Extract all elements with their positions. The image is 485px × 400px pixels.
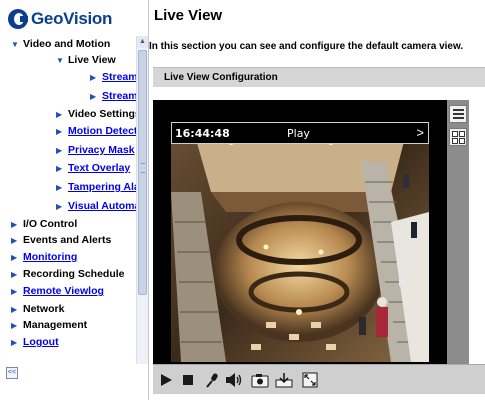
nav-item-video-and-motion[interactable]: ▼ Video and Motion xyxy=(11,36,110,52)
nav-item-network[interactable]: ▶ Network xyxy=(11,301,64,317)
section-header: Live View Configuration xyxy=(153,67,485,87)
intro-text: In this section you can see and configur… xyxy=(149,41,464,52)
collapsed-arrow-icon: ▶ xyxy=(11,337,18,347)
collapsed-arrow-icon: ▶ xyxy=(11,269,18,279)
snapshot-button[interactable] xyxy=(251,371,269,389)
camera-live-image[interactable] xyxy=(171,122,429,362)
expanded-arrow-icon: ▼ xyxy=(56,55,64,65)
nav-item-streaming-2[interactable]: ▶ Streami xyxy=(90,88,136,104)
nav-item-events-and-alerts[interactable]: ▶ Events and Alerts xyxy=(11,232,111,248)
camera-icon xyxy=(251,374,269,388)
stop-icon xyxy=(183,375,193,385)
nav-item-management[interactable]: ▶ Management xyxy=(11,317,87,333)
camera-layout-button[interactable] xyxy=(449,128,467,146)
mall-atrium-scene xyxy=(171,122,429,362)
collapsed-arrow-icon: ▶ xyxy=(11,304,18,314)
microphone-icon xyxy=(206,373,218,388)
fullscreen-button[interactable] xyxy=(301,371,319,389)
nav-item-monitoring[interactable]: ▶ Monitoring xyxy=(11,249,77,265)
nav-item-privacy-mask[interactable]: ▶ Privacy Mask xyxy=(56,142,135,158)
collapsed-arrow-icon: ▶ xyxy=(56,109,63,119)
nav-item-logout[interactable]: ▶ Logout xyxy=(11,334,59,350)
speaker-icon xyxy=(226,373,242,387)
scroll-up-icon[interactable]: ▲ xyxy=(137,36,148,48)
nav-item-tampering-alarm[interactable]: ▶ Tampering Alar xyxy=(56,179,136,195)
geovision-logo-icon xyxy=(8,9,28,29)
nav-item-streaming-1[interactable]: ▶ Streami xyxy=(90,69,136,85)
nav-item-text-overlay[interactable]: ▶ Text Overlay xyxy=(56,160,130,176)
record-button[interactable] xyxy=(275,371,293,389)
expanded-arrow-icon: ▼ xyxy=(11,39,19,49)
collapsed-arrow-icon: ▶ xyxy=(11,286,18,296)
playback-state: Play xyxy=(287,127,310,140)
collapsed-arrow-icon: ▶ xyxy=(11,235,18,245)
geovision-logo: GeoVision xyxy=(8,6,112,32)
layout-grid-icon xyxy=(452,131,465,144)
brand-name: GeoVision xyxy=(31,9,113,28)
play-icon xyxy=(161,374,172,386)
collapsed-arrow-icon: ▶ xyxy=(56,163,63,173)
page-title: Live View xyxy=(154,7,223,24)
menu-list-icon xyxy=(453,109,464,120)
content-frame: Live View In this section you can see an… xyxy=(148,0,485,400)
collapsed-arrow-icon: ▶ xyxy=(90,91,97,101)
nav-item-video-settings[interactable]: ▶ Video Settings xyxy=(56,106,136,122)
nav-item-recording-schedule[interactable]: ▶ Recording Schedule xyxy=(11,266,125,282)
collapsed-arrow-icon: ▶ xyxy=(56,145,63,155)
nav-scrollbar[interactable]: ▲ xyxy=(136,36,148,364)
play-button[interactable] xyxy=(157,371,175,389)
scrollbar-thumb[interactable] xyxy=(138,50,147,295)
next-arrow-icon[interactable]: > xyxy=(416,125,424,140)
nav-item-motion-detection[interactable]: ▶ Motion Detecti xyxy=(56,123,136,139)
nav-item-live-view[interactable]: ▼ Live View xyxy=(56,52,116,68)
microphone-button[interactable] xyxy=(203,371,221,389)
speaker-button[interactable] xyxy=(225,371,243,389)
collapsed-arrow-icon: ▶ xyxy=(90,72,97,82)
nav-item-visual-automation[interactable]: ▶ Visual Automat xyxy=(56,198,136,214)
section-title: Live View Configuration xyxy=(164,72,278,83)
side-toolbar xyxy=(447,100,469,364)
menu-button[interactable] xyxy=(449,105,467,123)
collapse-nav-button[interactable]: << xyxy=(6,367,18,379)
fullscreen-icon xyxy=(302,372,318,388)
nav-tree: ▼ Video and Motion ▼ Live View ▶ Streami… xyxy=(0,36,136,364)
collapsed-arrow-icon: ▶ xyxy=(11,219,18,229)
collapsed-arrow-icon: ▶ xyxy=(56,182,63,192)
collapsed-arrow-icon: ▶ xyxy=(56,201,63,211)
video-player: 16:44:48 Play > xyxy=(153,100,447,394)
collapsed-arrow-icon: ▶ xyxy=(56,126,63,136)
nav-item-remote-viewlog[interactable]: ▶ Remote Viewlog xyxy=(11,283,104,299)
nav-item-io-control[interactable]: ▶ I/O Control xyxy=(11,216,77,232)
timestamp: 16:44:48 xyxy=(175,127,230,140)
save-to-disk-icon xyxy=(275,373,293,388)
navigation-frame: GeoVision ▼ Video and Motion ▼ Live View… xyxy=(0,0,148,400)
collapsed-arrow-icon: ▶ xyxy=(11,252,18,262)
stop-button[interactable] xyxy=(179,371,197,389)
video-osd-bar: 16:44:48 Play > xyxy=(171,122,429,144)
player-toolbar xyxy=(153,364,485,394)
collapsed-arrow-icon: ▶ xyxy=(11,320,18,330)
